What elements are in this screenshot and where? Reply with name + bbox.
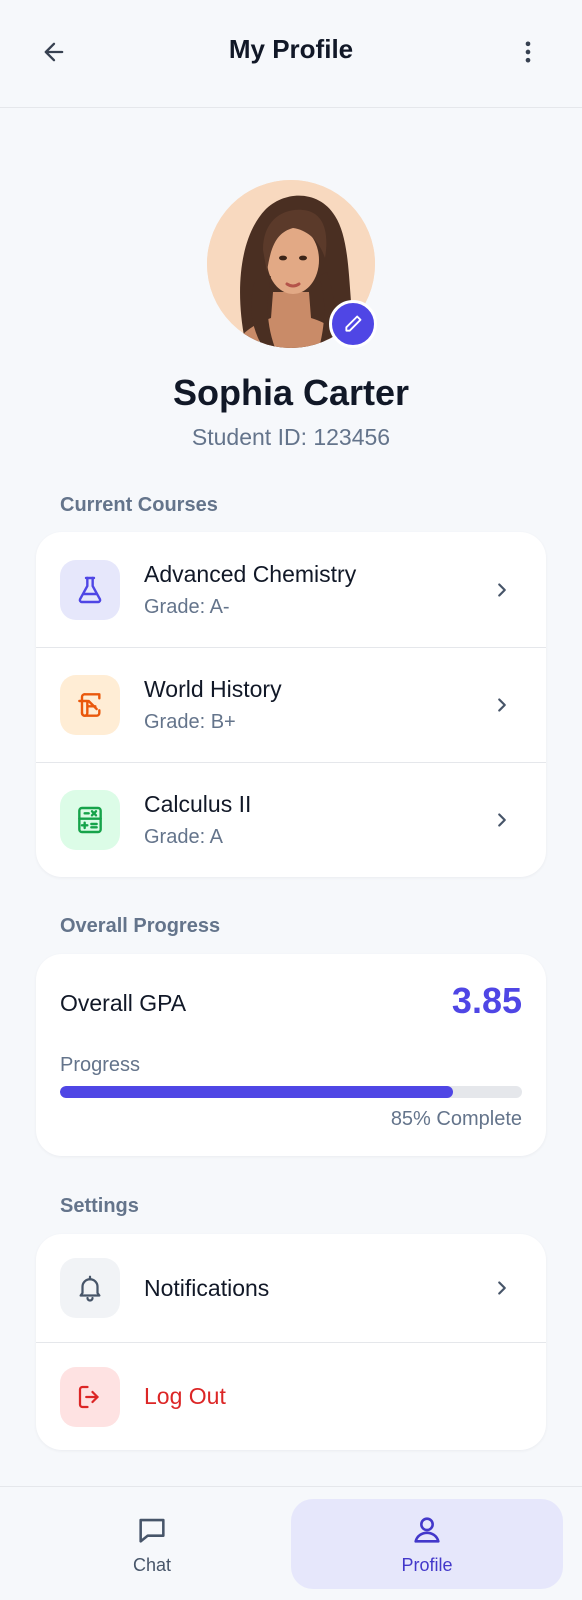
progress-bar bbox=[60, 1086, 522, 1098]
nav-item-profile[interactable]: Profile bbox=[291, 1499, 563, 1589]
more-vertical-icon bbox=[525, 41, 531, 63]
logout-label: Log Out bbox=[144, 1383, 226, 1409]
course-row[interactable]: World History Grade: B+ bbox=[36, 647, 546, 762]
calculator-icon bbox=[78, 806, 102, 834]
chevron-right-icon bbox=[490, 693, 514, 717]
chevron-right-icon bbox=[490, 808, 514, 832]
settings-icon-box bbox=[60, 1258, 120, 1318]
progress-bar-fill bbox=[60, 1086, 453, 1098]
avatar-container bbox=[207, 180, 377, 348]
nav-label-profile: Profile bbox=[401, 1554, 453, 1575]
scroll-icon bbox=[78, 693, 101, 717]
chevron-right-icon bbox=[490, 1276, 514, 1300]
course-icon-box bbox=[60, 675, 120, 735]
gpa-value: 3.85 bbox=[451, 980, 522, 1021]
bell-icon bbox=[79, 1275, 101, 1302]
course-title: Calculus II bbox=[144, 791, 252, 817]
gpa-label: Overall GPA bbox=[60, 990, 187, 1016]
edit-avatar-button[interactable] bbox=[329, 300, 377, 348]
user-icon bbox=[414, 1516, 440, 1543]
course-title: World History bbox=[144, 676, 282, 702]
pencil-icon bbox=[345, 315, 362, 332]
logout-row[interactable]: Log Out bbox=[36, 1342, 546, 1450]
more-options-button[interactable] bbox=[510, 34, 546, 70]
top-app-bar: My Profile bbox=[0, 0, 582, 108]
section-label-settings: Settings bbox=[60, 1195, 139, 1217]
progress-card: Overall GPA 3.85 Progress 85% Complete bbox=[36, 954, 546, 1156]
chat-icon bbox=[139, 1518, 165, 1543]
chevron-right-icon bbox=[490, 578, 514, 602]
section-label-courses: Current Courses bbox=[60, 494, 218, 516]
course-grade: Grade: A- bbox=[144, 595, 230, 618]
logout-icon-box bbox=[60, 1366, 120, 1427]
profile-name: Sophia Carter bbox=[172, 372, 410, 413]
nav-label-chat: Chat bbox=[132, 1554, 172, 1575]
course-row[interactable]: Calculus II Grade: A bbox=[36, 762, 546, 877]
page-title: My Profile bbox=[228, 34, 354, 64]
nav-item-chat[interactable]: Chat bbox=[16, 1499, 288, 1589]
course-icon-box bbox=[60, 559, 120, 620]
progress-text: 85% Complete bbox=[390, 1108, 522, 1130]
settings-card: Notifications Log Out bbox=[36, 1234, 546, 1450]
student-id: Student ID: 123456 bbox=[191, 424, 391, 450]
course-grade: Grade: A bbox=[144, 826, 223, 848]
course-grade: Grade: B+ bbox=[144, 711, 236, 733]
course-row[interactable]: Advanced Chemistry Grade: A- bbox=[36, 532, 546, 647]
notifications-label: Notifications bbox=[144, 1274, 270, 1301]
course-title: Advanced Chemistry bbox=[144, 560, 357, 587]
notifications-row[interactable]: Notifications bbox=[36, 1234, 546, 1342]
section-label-progress: Overall Progress bbox=[60, 915, 221, 937]
bottom-navigation: Chat Profile bbox=[0, 1486, 582, 1600]
course-icon-box bbox=[60, 790, 120, 850]
courses-card: Advanced Chemistry Grade: A- World Histo… bbox=[36, 532, 546, 877]
logout-icon bbox=[78, 1385, 99, 1408]
flask-icon bbox=[78, 576, 102, 603]
progress-label: Progress bbox=[60, 1054, 141, 1076]
